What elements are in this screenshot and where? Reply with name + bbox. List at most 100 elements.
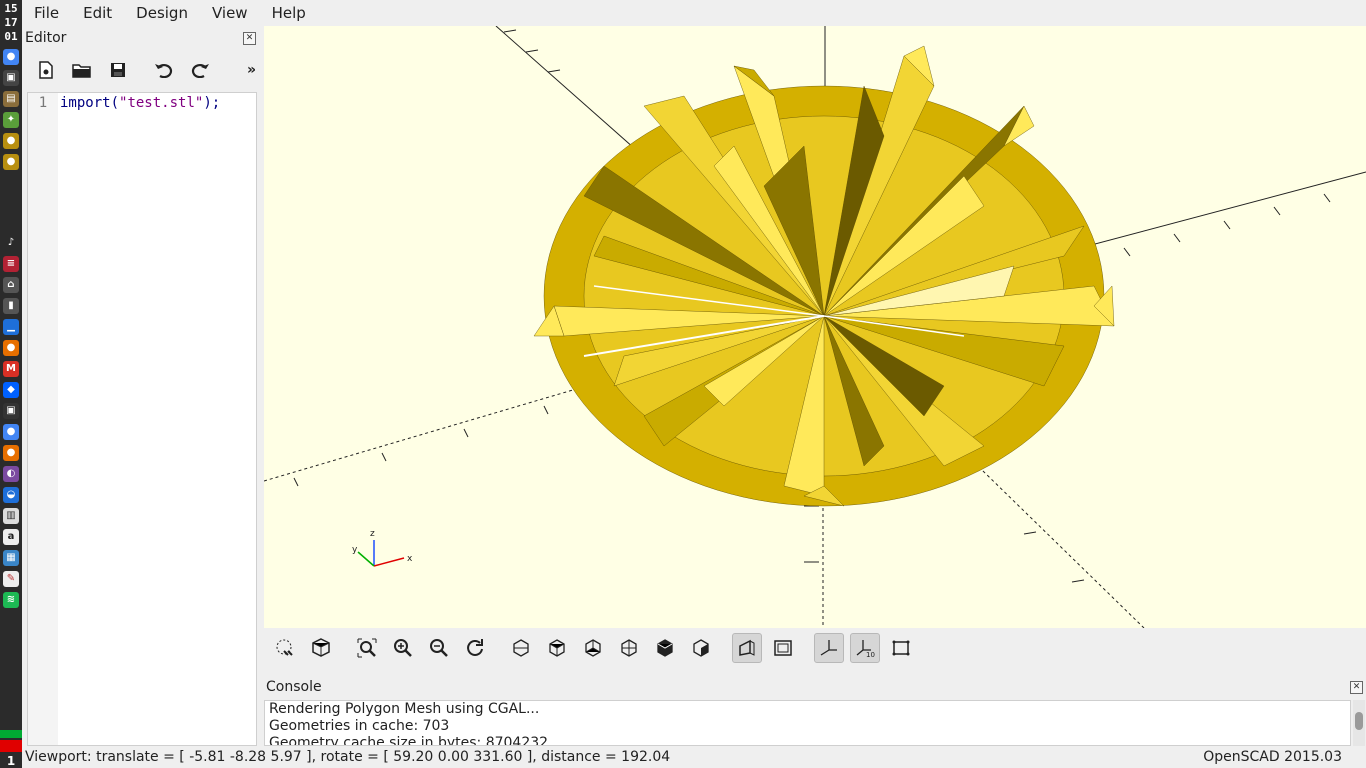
gmail-icon[interactable]: M	[3, 361, 19, 377]
save-icon	[111, 63, 125, 77]
system-monitor-graph	[0, 730, 22, 738]
thunderbird-icon[interactable]: ◒	[3, 487, 19, 503]
chrome-icon[interactable]: ●	[3, 49, 19, 65]
chrome-icon-2[interactable]: ●	[3, 424, 19, 440]
ball-icon-2[interactable]: ●	[3, 154, 19, 170]
render-button[interactable]	[306, 633, 336, 663]
terminal-icon[interactable]: ▣	[3, 70, 19, 86]
menu-help[interactable]: Help	[260, 4, 318, 22]
code-string: "test.stl"	[119, 95, 204, 111]
workspace-indicator[interactable]: 1	[0, 754, 22, 768]
editor-close-icon[interactable]: ✕	[243, 31, 256, 45]
cube-right-icon	[513, 639, 529, 657]
firefox-icon-2[interactable]: ●	[3, 445, 19, 461]
lock-icon[interactable]: ⌂	[3, 277, 19, 293]
code-function: import(	[60, 95, 120, 111]
app-version: OpenSCAD 2015.03	[1203, 749, 1342, 765]
editor-icon[interactable]: ✎	[3, 571, 19, 587]
signal-icon[interactable]: ▁	[3, 319, 19, 335]
open-folder-icon	[72, 64, 91, 78]
view-all-icon	[357, 638, 377, 658]
flag-icon[interactable]: ≡	[3, 256, 19, 272]
menu-edit[interactable]: Edit	[71, 4, 124, 22]
toolbar-overflow-icon[interactable]: »	[247, 62, 256, 78]
scale-markers-icon: 10	[856, 640, 875, 658]
cube-bottom-icon	[585, 639, 601, 657]
code-line[interactable]: import("test.stl");	[60, 95, 220, 111]
viewport-canvas: z x y	[264, 26, 1366, 628]
firefox-icon[interactable]: ●	[3, 340, 19, 356]
3d-viewport[interactable]: z x y	[264, 26, 1366, 628]
reset-view-button[interactable]	[460, 633, 490, 663]
pidgin-icon[interactable]: ◐	[3, 466, 19, 482]
show-scale-button[interactable]: 10	[850, 633, 880, 663]
code-editor[interactable]: 1 import("test.stl");	[27, 92, 257, 746]
view-front-button[interactable]	[650, 633, 680, 663]
editor-header: Editor ✕	[22, 26, 260, 50]
save-button[interactable]	[104, 56, 132, 84]
zoom-in-icon	[394, 639, 412, 657]
console-header: Console ✕	[264, 676, 1366, 698]
console-line: Geometries in cache: 703	[269, 718, 450, 734]
undo-button[interactable]	[150, 56, 178, 84]
zoom-in-button[interactable]	[388, 633, 418, 663]
editor-title: Editor	[25, 30, 67, 46]
terminal-icon-2[interactable]: ▣	[3, 403, 19, 419]
preview-button[interactable]	[270, 633, 300, 663]
view-bottom-button[interactable]	[578, 633, 608, 663]
files-icon[interactable]: ▤	[3, 91, 19, 107]
monitor-icon[interactable]: ▦	[3, 550, 19, 566]
line-number: 1	[38, 95, 48, 111]
volume-icon[interactable]: ♪	[3, 235, 19, 251]
axes-indicator: z x y	[352, 529, 413, 567]
amazon-icon[interactable]: a	[3, 529, 19, 545]
view-right-button[interactable]	[506, 633, 536, 663]
3d-model-crystal-cluster	[533, 45, 1115, 507]
console-scrollbar[interactable]	[1353, 700, 1365, 746]
menubar: File Edit Design View Help	[22, 0, 1366, 26]
view-top-button[interactable]	[542, 633, 572, 663]
cube-left-icon	[621, 639, 637, 657]
axis-label-z: z	[370, 529, 375, 539]
system-dock: 15 17 01 ● ▣ ▤ ✦ ● ● ♪ ≡ ⌂ ▮ ▁ ● M ◆ ▣ ●…	[0, 0, 22, 768]
editor-panel: Editor ✕ » 1 import("test.stl");	[22, 26, 260, 746]
clock: 15 17 01	[0, 0, 22, 44]
cube-top-icon	[549, 639, 565, 657]
show-axes-button[interactable]	[814, 633, 844, 663]
reset-view-icon	[467, 639, 483, 656]
cpu-indicator	[0, 740, 22, 752]
printer-icon[interactable]: ▥	[3, 508, 19, 524]
preview-icon	[276, 639, 293, 656]
status-bar: Viewport: translate = [ -5.81 -8.28 5.97…	[22, 746, 1366, 768]
view-all-button[interactable]	[352, 633, 382, 663]
battery-icon[interactable]: ▮	[3, 298, 19, 314]
console-output[interactable]: Rendering Polygon Mesh using CGAL... Geo…	[264, 700, 1351, 746]
perspective-button[interactable]	[732, 633, 762, 663]
dropbox-icon[interactable]: ◆	[3, 382, 19, 398]
console-line: Rendering Polygon Mesh using CGAL...	[269, 701, 540, 717]
show-edges-button[interactable]	[886, 633, 916, 663]
orthogonal-button[interactable]	[768, 633, 798, 663]
open-file-button[interactable]	[68, 56, 96, 84]
view-back-button[interactable]	[686, 633, 716, 663]
orthogonal-icon	[774, 640, 792, 656]
menu-design[interactable]: Design	[124, 4, 200, 22]
axis-label-y: y	[352, 545, 358, 555]
console-close-icon[interactable]: ✕	[1350, 680, 1363, 694]
view-left-button[interactable]	[614, 633, 644, 663]
axes-icon	[820, 640, 837, 656]
undo-icon	[155, 64, 173, 78]
cube-front-icon	[657, 639, 673, 657]
new-file-button[interactable]	[32, 56, 60, 84]
ball-icon[interactable]: ●	[3, 133, 19, 149]
zoom-out-button[interactable]	[424, 633, 454, 663]
line-gutter: 1	[28, 93, 58, 745]
menu-file[interactable]: File	[22, 4, 71, 22]
redo-button[interactable]	[186, 56, 214, 84]
console-scrollbar-thumb[interactable]	[1355, 712, 1363, 730]
leaf-icon[interactable]: ✦	[3, 112, 19, 128]
menu-view[interactable]: View	[200, 4, 260, 22]
spotify-icon[interactable]: ≋	[3, 592, 19, 608]
redo-icon	[191, 64, 209, 78]
code-end: );	[203, 95, 221, 111]
